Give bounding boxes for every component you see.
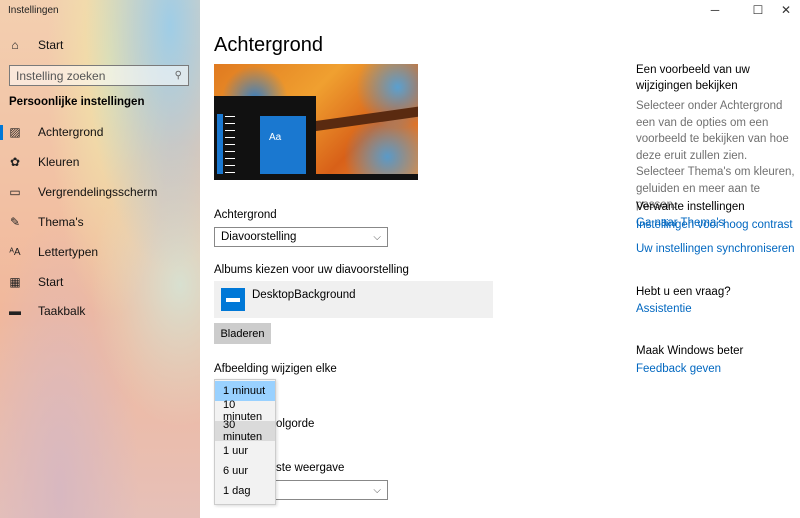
- search-placeholder: Instelling zoeken: [16, 68, 106, 83]
- preview-text: Selecteer onder Achtergrond een van de o…: [636, 100, 795, 211]
- font-icon: ᴬA: [9, 246, 21, 258]
- sidebar-home-label: Start: [38, 38, 64, 52]
- dropdown-option[interactable]: 1 dag: [215, 481, 275, 501]
- window-title: Instellingen: [8, 5, 59, 16]
- search-icon: ⚲: [174, 70, 182, 81]
- sidebar-item-label: Achtergrond: [38, 125, 104, 139]
- chevron-down-icon: ⌵: [373, 484, 381, 496]
- sidebar-item-label: Start: [38, 275, 64, 289]
- album-item[interactable]: DesktopBackground: [214, 281, 493, 318]
- sidebar-home[interactable]: ⌂ Start: [0, 31, 200, 59]
- background-value: Diavoorstelling: [221, 231, 297, 243]
- theme-icon: ✎: [9, 215, 21, 229]
- chevron-down-icon: ⌵: [373, 231, 381, 243]
- dropdown-option[interactable]: 6 uur: [215, 461, 275, 481]
- change-interval-label: Afbeelding wijzigen elke: [214, 363, 337, 375]
- dropdown-option[interactable]: 30 minuten: [215, 419, 275, 443]
- start-icon: ▦: [9, 275, 21, 289]
- albums-label: Albums kiezen voor uw diavoorstelling: [214, 264, 409, 276]
- sidebar-item-label: Lettertypen: [38, 245, 99, 259]
- browse-button[interactable]: Bladeren: [214, 323, 271, 344]
- sidebar-item-achtergrond[interactable]: ▨ Achtergrond: [0, 118, 200, 146]
- dropdown-option[interactable]: 1 uur: [215, 441, 275, 461]
- sidebar: Instellingen ⌂ Start Instelling zoeken ⚲…: [0, 0, 200, 518]
- sidebar-item-label: Taakbalk: [38, 304, 86, 318]
- sync-settings-link[interactable]: Uw instellingen synchroniseren: [636, 243, 795, 255]
- sidebar-item-label: Thema's: [38, 215, 84, 229]
- sidebar-item-kleuren[interactable]: ✿ Kleuren: [0, 148, 200, 176]
- shuffle-label: olgorde: [276, 418, 315, 430]
- sidebar-item-label: Vergrendelingsscherm: [38, 185, 158, 199]
- sidebar-item-vergrendelingsscherm[interactable]: ▭ Vergrendelingsscherm: [0, 178, 200, 206]
- background-preview: Aa: [214, 64, 418, 180]
- album-name: DesktopBackground: [252, 289, 356, 301]
- improve-heading: Maak Windows beter: [636, 345, 744, 357]
- folder-icon: [221, 288, 245, 311]
- picture-icon: ▨: [9, 125, 21, 139]
- sidebar-item-lettertypen[interactable]: ᴬA Lettertypen: [0, 238, 200, 266]
- taskbar-icon: ▬: [9, 304, 21, 318]
- close-button[interactable]: ✕: [776, 3, 796, 17]
- sidebar-item-label: Kleuren: [38, 155, 80, 169]
- search-input[interactable]: Instelling zoeken ⚲: [9, 65, 189, 86]
- start-menu-preview: Aa: [214, 96, 316, 180]
- sidebar-item-start[interactable]: ▦ Start: [0, 268, 200, 296]
- home-icon: ⌂: [11, 38, 19, 52]
- section-title: Persoonlijke instellingen: [9, 96, 145, 108]
- maximize-button[interactable]: ☐: [748, 3, 768, 17]
- dropdown-option[interactable]: 10 minuten: [215, 399, 275, 423]
- related-heading: Verwante instellingen: [636, 201, 745, 213]
- preview-heading: Een voorbeeld van uw wijzigingen bekijke…: [636, 64, 750, 92]
- feedback-link[interactable]: Feedback geven: [636, 363, 721, 375]
- page-title: Achtergrond: [214, 34, 323, 56]
- background-label: Achtergrond: [214, 209, 277, 221]
- fit-label: ste weergave: [276, 462, 345, 474]
- sidebar-item-taakbalk[interactable]: ▬ Taakbalk: [0, 297, 200, 325]
- minimize-button[interactable]: ─: [705, 3, 725, 17]
- high-contrast-link[interactable]: Instellingen voor hoog contrast: [636, 219, 793, 231]
- sidebar-item-themas[interactable]: ✎ Thema's: [0, 208, 200, 236]
- dropdown-option[interactable]: 1 minuut: [215, 381, 275, 401]
- palette-icon: ✿: [9, 155, 21, 169]
- background-select[interactable]: Diavoorstelling ⌵: [214, 227, 388, 247]
- question-heading: Hebt u een vraag?: [636, 286, 731, 298]
- interval-dropdown[interactable]: 1 minuut 10 minuten 30 minuten 1 uur 6 u…: [214, 379, 276, 505]
- tile-text: Aa: [269, 132, 282, 143]
- help-link[interactable]: Assistentie: [636, 303, 692, 315]
- lock-screen-icon: ▭: [9, 185, 21, 199]
